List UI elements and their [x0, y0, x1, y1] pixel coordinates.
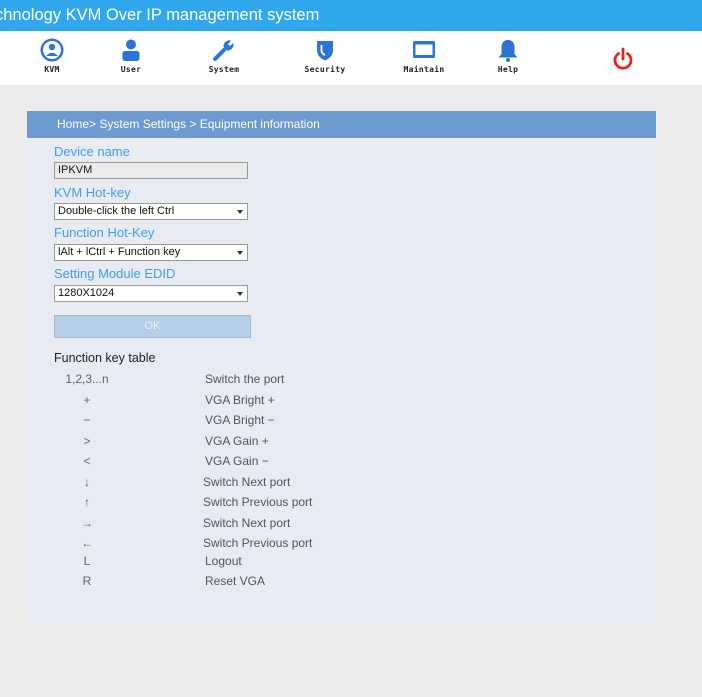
function-key-desc: VGA Bright +	[205, 393, 275, 407]
window-title: chnology KVM Over IP management system	[0, 6, 320, 24]
function-key: ↑	[84, 495, 90, 509]
nav-maintain[interactable]: Maintain	[389, 37, 459, 81]
nav-help[interactable]: Help	[473, 37, 543, 81]
nav-user[interactable]: User	[96, 37, 166, 81]
chevron-down-icon	[237, 292, 243, 296]
edid-value: 1280X1024	[58, 287, 115, 299]
function-key: ←	[81, 536, 93, 550]
function-key: <	[83, 454, 91, 468]
bell-icon	[498, 40, 518, 62]
monitor-icon	[413, 41, 435, 58]
function-key: 1,2,3...n	[65, 372, 109, 386]
nav-user-label: User	[120, 65, 142, 74]
function-key-desc: Switch Next port	[203, 516, 291, 530]
function-key-desc: VGA Gain −	[205, 454, 269, 468]
breadcrumb: Home> System Settings > Equipment inform…	[27, 111, 656, 138]
top-nav: KVM User System Security Maintain Help	[0, 31, 702, 85]
device-name-field[interactable]: IPKVM	[54, 162, 248, 179]
wrench-icon	[213, 40, 234, 61]
function-key: →	[81, 516, 93, 530]
title-bar: chnology KVM Over IP management system	[0, 0, 702, 31]
function-key-desc: Switch Previous port	[203, 536, 313, 550]
power-icon	[613, 47, 633, 70]
nav-kvm[interactable]: KVM	[17, 37, 87, 81]
function-key: L	[83, 554, 91, 568]
chevron-down-icon	[237, 210, 243, 214]
function-key: +	[83, 393, 91, 407]
user-icon	[122, 39, 140, 61]
function-key-desc: Switch Previous port	[203, 495, 313, 509]
breadcrumb-text: Home> System Settings > Equipment inform…	[57, 117, 320, 131]
function-hotkey-value: lAlt + lCtrl + Function key	[58, 246, 181, 258]
edid-select[interactable]: 1280X1024	[54, 285, 248, 302]
kvm-hotkey-value: Double-click the left Ctrl	[58, 205, 175, 217]
shield-icon	[317, 41, 333, 61]
kvm-icon	[40, 38, 64, 62]
function-key-desc: VGA Gain +	[205, 434, 269, 448]
ok-button[interactable]: OK	[54, 315, 251, 338]
nav-help-label: Help	[497, 65, 519, 74]
edid-label: Setting Module EDID	[54, 266, 176, 281]
function-key-table-title: Function key table	[54, 351, 156, 365]
chevron-down-icon	[237, 251, 243, 255]
nav-system[interactable]: System	[189, 37, 259, 81]
function-key: −	[83, 413, 91, 427]
nav-system-label: System	[208, 65, 240, 74]
nav-security-label: Security	[304, 65, 346, 74]
function-key-desc: Switch Next port	[203, 475, 291, 489]
function-key: >	[83, 434, 91, 448]
function-key: ↓	[84, 475, 90, 489]
function-key-desc: Logout	[205, 554, 242, 568]
nav-security[interactable]: Security	[290, 37, 360, 81]
function-key-desc: VGA Bright −	[205, 413, 275, 427]
settings-panel: Home> System Settings > Equipment inform…	[27, 111, 656, 621]
function-key-desc: Switch the port	[205, 372, 285, 386]
function-key: R	[82, 574, 92, 588]
device-name-label: Device name	[54, 144, 130, 159]
nav-kvm-label: KVM	[44, 65, 60, 74]
nav-maintain-label: Maintain	[403, 65, 445, 74]
kvm-hotkey-select[interactable]: Double-click the left Ctrl	[54, 203, 248, 220]
function-hotkey-label: Function Hot-Key	[54, 225, 155, 240]
power-button[interactable]	[588, 37, 658, 81]
kvm-hotkey-label: KVM Hot-key	[54, 185, 131, 200]
function-key-desc: Reset VGA	[205, 574, 266, 588]
function-hotkey-select[interactable]: lAlt + lCtrl + Function key	[54, 244, 248, 261]
